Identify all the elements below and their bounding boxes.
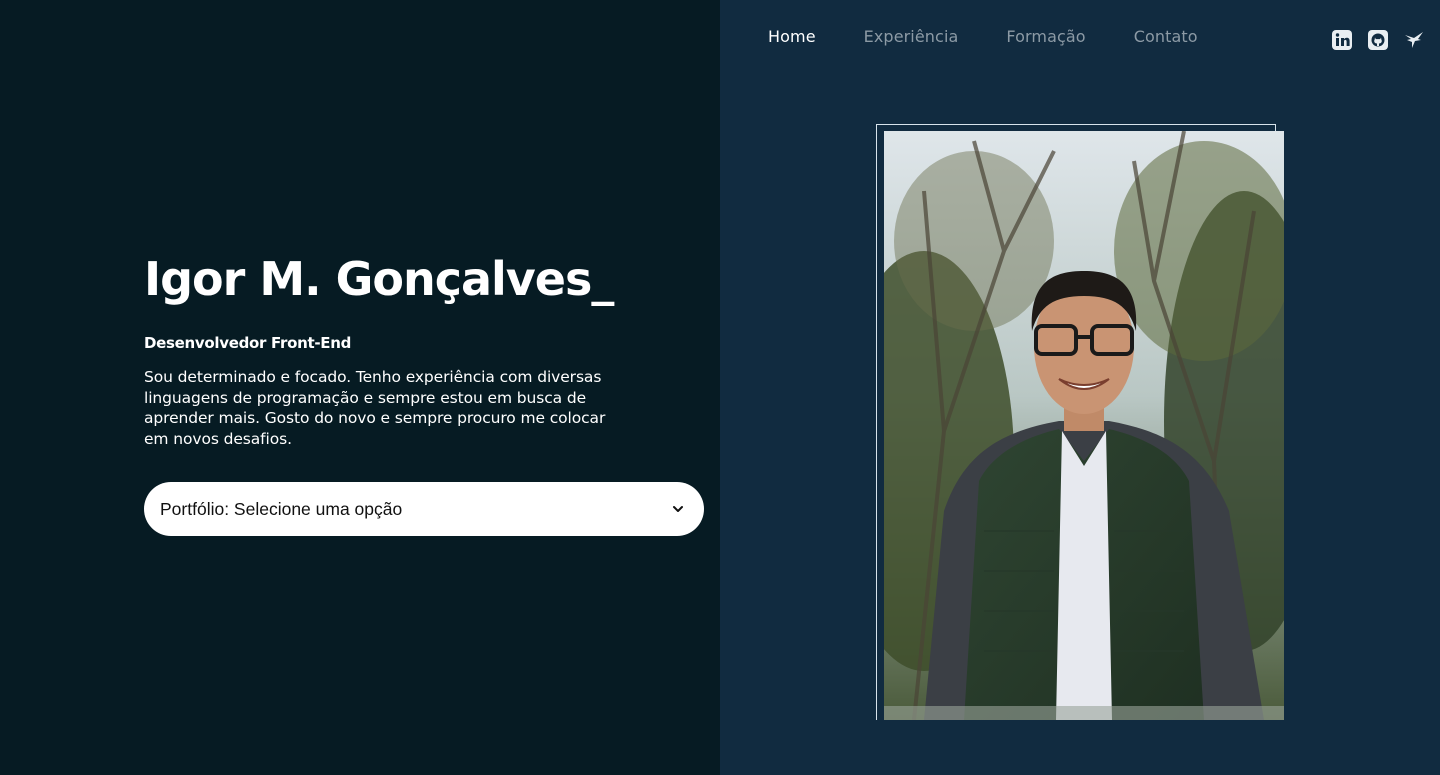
main-nav: Home Experiência Formação Contato xyxy=(768,26,1246,48)
portfolio-select[interactable]: Portfólio: Selecione uma opção xyxy=(144,482,704,536)
nav-item-experiencia[interactable]: Experiência xyxy=(864,26,959,48)
linkedin-icon[interactable] xyxy=(1331,29,1353,51)
hummingbird-icon[interactable] xyxy=(1403,29,1425,51)
nav-item-formacao[interactable]: Formação xyxy=(1006,26,1085,48)
profile-photo xyxy=(884,131,1284,720)
hero-bio: Sou determinado e focado. Tenho experiên… xyxy=(144,368,606,448)
github-icon[interactable] xyxy=(1367,29,1389,51)
nav-item-contato[interactable]: Contato xyxy=(1134,26,1198,48)
nav-item-home[interactable]: Home xyxy=(768,26,816,48)
social-links xyxy=(1331,29,1439,51)
portfolio-select-value: Portfólio: Selecione uma opção xyxy=(160,498,403,519)
chevron-down-icon xyxy=(673,506,683,512)
hero-name: Igor M. Gonçalves_ xyxy=(144,252,614,306)
hero-role: Desenvolvedor Front-End xyxy=(144,334,352,352)
